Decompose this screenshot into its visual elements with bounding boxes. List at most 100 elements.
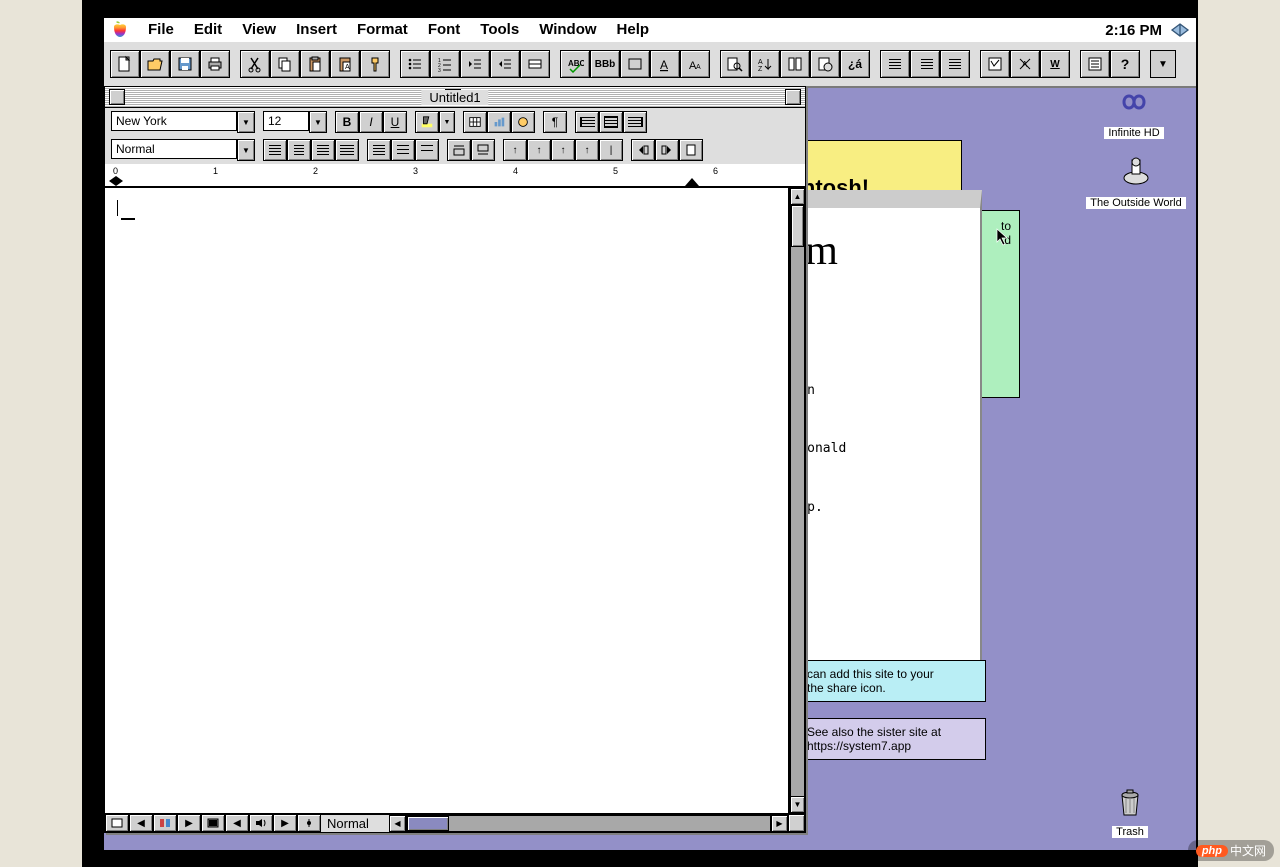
scroll-right-arrow[interactable]: ▶ bbox=[771, 815, 788, 832]
window-close-box[interactable] bbox=[109, 89, 125, 105]
window-resize-handle[interactable] bbox=[788, 814, 805, 832]
new-doc-button[interactable] bbox=[110, 50, 140, 78]
page-setup-button[interactable] bbox=[810, 50, 840, 78]
font-size-dropdown[interactable]: ▼ bbox=[309, 111, 327, 133]
menu-format[interactable]: Format bbox=[347, 18, 418, 42]
options-button[interactable] bbox=[1080, 50, 1110, 78]
menu-edit[interactable]: Edit bbox=[184, 18, 232, 42]
page-nav-button[interactable] bbox=[105, 814, 129, 832]
tab-right-button[interactable]: ↑ bbox=[551, 139, 575, 161]
word-count-button[interactable]: W bbox=[1040, 50, 1070, 78]
tab-decimal-button[interactable]: ↑ bbox=[575, 139, 599, 161]
font-name-field[interactable]: New York bbox=[111, 111, 237, 131]
scroll-up-arrow[interactable]: ▲ bbox=[790, 188, 805, 205]
align-right-button[interactable] bbox=[311, 139, 335, 161]
bullets-button[interactable] bbox=[400, 50, 430, 78]
space-before-button[interactable] bbox=[447, 139, 471, 161]
spacing-2-button[interactable] bbox=[415, 139, 439, 161]
vertical-scrollbar[interactable]: ▲ ▼ bbox=[789, 188, 805, 813]
view-prev-button[interactable]: ◀ bbox=[225, 814, 249, 832]
insert-chart-button[interactable] bbox=[487, 111, 511, 133]
spellcheck-button[interactable]: ABC bbox=[560, 50, 590, 78]
borders-button[interactable] bbox=[520, 50, 550, 78]
horizontal-ruler[interactable]: 0 1 2 3 4 5 6 bbox=[105, 164, 805, 187]
paste-button[interactable] bbox=[300, 50, 330, 78]
zoom-button[interactable] bbox=[201, 814, 225, 832]
sound-button[interactable] bbox=[249, 814, 273, 832]
align-center-button[interactable] bbox=[287, 139, 311, 161]
save-button[interactable] bbox=[170, 50, 200, 78]
font-size-field[interactable]: 12 bbox=[263, 111, 309, 131]
autoformat-button[interactable] bbox=[980, 50, 1010, 78]
styles-button[interactable]: A bbox=[1010, 50, 1040, 78]
change-case-button[interactable]: BBb bbox=[590, 50, 620, 78]
cut-button[interactable] bbox=[240, 50, 270, 78]
toolbar-dropdown[interactable]: ▼ bbox=[1150, 50, 1176, 78]
open-button[interactable] bbox=[140, 50, 170, 78]
view-next-button[interactable]: ▶ bbox=[273, 814, 297, 832]
highlight-dropdown[interactable]: ▼ bbox=[439, 111, 455, 133]
view-outline-button[interactable] bbox=[910, 50, 940, 78]
tab-bar-button[interactable]: | bbox=[599, 139, 623, 161]
insert-table-button[interactable] bbox=[463, 111, 487, 133]
border-all-button[interactable] bbox=[599, 111, 623, 133]
split-button[interactable] bbox=[297, 814, 321, 832]
print-button[interactable] bbox=[200, 50, 230, 78]
tab-center-button[interactable]: ↑ bbox=[527, 139, 551, 161]
space-after-button[interactable] bbox=[471, 139, 495, 161]
show-ruler-button[interactable] bbox=[655, 139, 679, 161]
menu-insert[interactable]: Insert bbox=[286, 18, 347, 42]
hscroll-track[interactable] bbox=[406, 815, 771, 832]
insert-object-button[interactable] bbox=[511, 111, 535, 133]
font-name-dropdown[interactable]: ▼ bbox=[237, 111, 255, 133]
find-button[interactable] bbox=[720, 50, 750, 78]
columns-button[interactable] bbox=[780, 50, 810, 78]
format-painter-button[interactable] bbox=[360, 50, 390, 78]
help-button[interactable]: ? bbox=[1110, 50, 1140, 78]
text-direction-button[interactable]: A bbox=[650, 50, 680, 78]
spacing-15-button[interactable] bbox=[391, 139, 415, 161]
indent-marker-left-icon[interactable] bbox=[109, 176, 123, 186]
align-justify-button[interactable] bbox=[335, 139, 359, 161]
view-normal-button[interactable] bbox=[880, 50, 910, 78]
scroll-down-arrow[interactable]: ▼ bbox=[790, 796, 805, 813]
menu-font[interactable]: Font bbox=[418, 18, 470, 42]
sort-button[interactable]: AZ bbox=[750, 50, 780, 78]
italic-button[interactable]: I bbox=[359, 111, 383, 133]
menu-file[interactable]: File bbox=[138, 18, 184, 42]
bold-button[interactable]: B bbox=[335, 111, 359, 133]
language-button[interactable]: ¿á bbox=[840, 50, 870, 78]
indent-marker-right-icon[interactable] bbox=[685, 178, 699, 186]
ruler-settings-button[interactable] bbox=[679, 139, 703, 161]
horizontal-scrollbar[interactable]: ◀ ▶ bbox=[389, 814, 788, 832]
show-invisibles-button[interactable]: ¶ bbox=[543, 111, 567, 133]
spacing-1-button[interactable] bbox=[367, 139, 391, 161]
document-page[interactable] bbox=[105, 188, 789, 813]
window-collapse-box[interactable] bbox=[785, 89, 801, 105]
copy-button[interactable] bbox=[270, 50, 300, 78]
menu-view[interactable]: View bbox=[232, 18, 286, 42]
outside-world-icon[interactable]: The Outside World bbox=[1076, 154, 1196, 209]
decrease-indent-button[interactable] bbox=[460, 50, 490, 78]
vscroll-track[interactable] bbox=[790, 205, 805, 796]
window-titlebar[interactable]: Untitled1 bbox=[105, 87, 805, 108]
style-dropdown[interactable]: ▼ bbox=[237, 139, 255, 161]
hide-ruler-button[interactable] bbox=[631, 139, 655, 161]
next-page-button[interactable]: ▶ bbox=[177, 814, 201, 832]
apple-menu-icon[interactable] bbox=[110, 20, 130, 40]
menubar-clock[interactable]: 2:16 PM bbox=[1105, 22, 1162, 39]
view-page-button[interactable] bbox=[940, 50, 970, 78]
menu-window[interactable]: Window bbox=[529, 18, 606, 42]
increase-indent-button[interactable] bbox=[490, 50, 520, 78]
scroll-left-arrow[interactable]: ◀ bbox=[389, 815, 406, 832]
paste-special-button[interactable]: A bbox=[330, 50, 360, 78]
small-caps-button[interactable]: AA bbox=[680, 50, 710, 78]
numbering-button[interactable]: 123 bbox=[430, 50, 460, 78]
style-field[interactable]: Normal bbox=[111, 139, 237, 159]
menu-help[interactable]: Help bbox=[607, 18, 660, 42]
infinite-hd-icon[interactable]: Infinite HD bbox=[1084, 84, 1184, 139]
trash-icon[interactable]: Trash bbox=[1080, 783, 1180, 838]
underline-button[interactable]: U bbox=[383, 111, 407, 133]
goto-page-button[interactable] bbox=[153, 814, 177, 832]
hscroll-thumb[interactable] bbox=[407, 816, 449, 831]
